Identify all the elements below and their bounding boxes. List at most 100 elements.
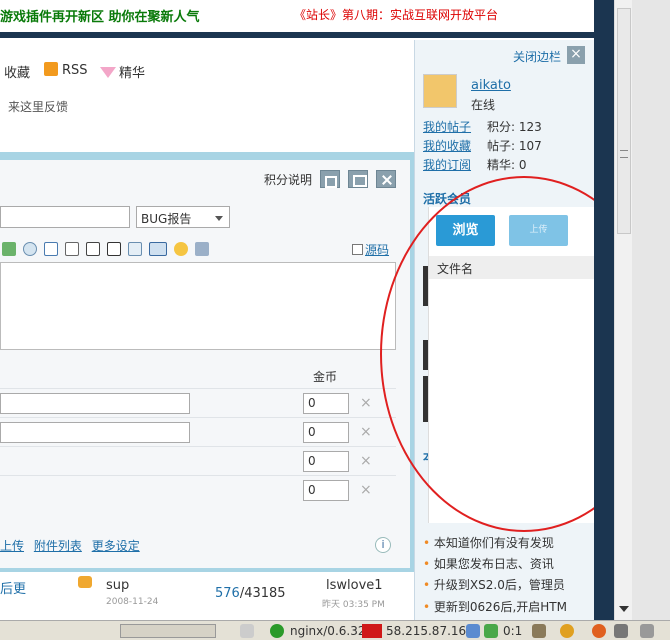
maximize-icon[interactable]: [348, 170, 368, 188]
rss-icon: [44, 62, 58, 76]
online-status: 在线: [471, 98, 496, 112]
reply-count: 576: [215, 586, 240, 601]
window-background: [632, 0, 670, 620]
progress-bar: [120, 624, 216, 638]
popout-icon[interactable]: [320, 170, 340, 188]
info-icon[interactable]: i: [375, 537, 391, 553]
attachment-row: 0 ×: [0, 388, 396, 416]
avatar[interactable]: [423, 74, 457, 108]
quote-icon[interactable]: [23, 242, 37, 256]
close-icon[interactable]: [376, 170, 396, 188]
thread-type-value: BUG报告: [141, 212, 192, 226]
scrollbar-thumb[interactable]: [617, 8, 631, 234]
delete-icon[interactable]: ×: [360, 482, 372, 498]
vertical-scrollbar[interactable]: [614, 0, 632, 620]
scrollbar-grip-icon: [620, 150, 628, 158]
attachment-coins-input[interactable]: 0: [303, 422, 349, 443]
google-icon[interactable]: [270, 624, 284, 638]
thread-stats: 576/43185: [215, 586, 286, 601]
attachment-list-link[interactable]: 附件列表: [34, 539, 82, 553]
active-members-title: 活跃会员: [423, 192, 472, 206]
upload-button[interactable]: 上传: [509, 215, 568, 246]
thread-author[interactable]: sup: [106, 578, 129, 593]
points-stat: 积分: 123: [487, 120, 542, 134]
more-settings-link[interactable]: 更多设定: [92, 539, 140, 553]
digest-link[interactable]: 精华: [100, 62, 145, 81]
attachment-row: 0 ×: [0, 446, 396, 474]
thread-title[interactable]: 后更: [0, 578, 26, 597]
last-poster[interactable]: lswlove1: [326, 578, 383, 593]
image-icon[interactable]: [2, 242, 16, 256]
ordered-list-icon[interactable]: [65, 242, 79, 256]
attachment-coins-input[interactable]: 0: [303, 451, 349, 472]
header-divider: [0, 32, 608, 38]
posts-stat: 帖子: 107: [487, 139, 542, 153]
file-name-header: 文件名: [429, 256, 615, 279]
my-subscriptions-link[interactable]: 我的订阅: [423, 156, 471, 173]
close-sidebar-link[interactable]: 关闭边栏: [513, 48, 561, 65]
digest-stat: 精华: 0: [487, 158, 527, 172]
favorite-link[interactable]: 收藏: [4, 62, 30, 81]
wrench-icon[interactable]: [195, 242, 209, 256]
delete-icon[interactable]: ×: [360, 395, 372, 411]
my-favorites-link[interactable]: 我的收藏: [423, 137, 471, 154]
ip-address: 58.215.87.169: [386, 624, 474, 638]
scroll-down-icon[interactable]: [619, 606, 629, 612]
attachment-links: 上传 附件列表 更多设定: [0, 537, 146, 554]
browse-button[interactable]: 浏览: [436, 215, 495, 246]
last-post-time: 昨天 03:35 PM: [322, 600, 385, 610]
firefox-icon[interactable]: [592, 624, 606, 638]
upload-panel: 浏览 上传 文件名: [428, 207, 615, 523]
feedback-link[interactable]: 来这里反馈: [8, 98, 68, 115]
message-textarea[interactable]: [0, 262, 396, 350]
news-item[interactable]: 如果您发布日志、资讯: [423, 555, 591, 572]
indent-icon[interactable]: [86, 242, 100, 256]
news-item[interactable]: 升级到XS2.0后，管理员: [423, 576, 591, 593]
attachment-coins-input[interactable]: 0: [303, 393, 349, 414]
chevron-down-icon: [215, 216, 223, 221]
edit-icon[interactable]: [640, 624, 654, 638]
align-icon[interactable]: [107, 242, 121, 256]
thread-type-select[interactable]: BUG报告: [136, 206, 230, 228]
smiley-status-icon[interactable]: [560, 624, 574, 638]
ratio-readout: 0:1: [503, 624, 523, 638]
username-link[interactable]: aikato: [471, 78, 511, 93]
upload-link[interactable]: 上传: [0, 539, 24, 553]
delete-icon[interactable]: ×: [360, 424, 372, 440]
gem-icon: [100, 67, 116, 78]
info-status-icon[interactable]: [466, 624, 480, 638]
attachment-row: 0 ×: [0, 475, 396, 503]
country-flag-icon: [362, 624, 382, 638]
news-item[interactable]: 更新到0626后,开启HTM: [423, 598, 591, 615]
source-checkbox[interactable]: [352, 244, 363, 255]
banner-ad-right[interactable]: 《站长》第八期：实战互联网开放平台: [294, 6, 498, 23]
richtext-toolbar: [0, 238, 396, 260]
free-icon[interactable]: [149, 242, 167, 256]
attachment-name-input[interactable]: [0, 422, 190, 443]
check-status-icon[interactable]: [484, 624, 498, 638]
page-icon[interactable]: [240, 624, 254, 638]
top-banner: 游戏插件再开新区 助你在聚新人气 《站长》第八期：实战互联网开放平台: [0, 0, 608, 30]
source-label: 源码: [365, 243, 390, 257]
browser-status-bar: nginx/0.6.32 58.215.87.169 0:1: [0, 620, 670, 640]
attachment-coins-input[interactable]: 0: [303, 480, 349, 501]
source-toggle[interactable]: 源码: [352, 241, 389, 258]
close-icon[interactable]: ×: [567, 46, 585, 64]
news-item[interactable]: 本知道你们有没有发现: [423, 534, 591, 551]
coins-column-header: 金币: [313, 370, 338, 384]
banner-ad-left[interactable]: 游戏插件再开新区 助你在聚新人气: [0, 6, 200, 25]
view-count: 43185: [244, 586, 286, 601]
rss-link[interactable]: RSS: [44, 62, 88, 78]
thumbs-up-icon: [78, 576, 92, 588]
title-input[interactable]: [0, 206, 130, 228]
delete-icon[interactable]: ×: [360, 453, 372, 469]
my-posts-link[interactable]: 我的帖子: [423, 118, 471, 135]
code-icon[interactable]: [44, 242, 58, 256]
attachment-name-input[interactable]: [0, 393, 190, 414]
bug-icon[interactable]: [532, 624, 546, 638]
thread-row[interactable]: 后更 sup 2008-11-24 576/43185 lswlove1 昨天 …: [0, 572, 414, 620]
points-help-link[interactable]: 积分说明: [264, 171, 312, 188]
smiley-icon[interactable]: [174, 242, 188, 256]
addon-icon[interactable]: [614, 624, 628, 638]
table-icon[interactable]: [128, 242, 142, 256]
